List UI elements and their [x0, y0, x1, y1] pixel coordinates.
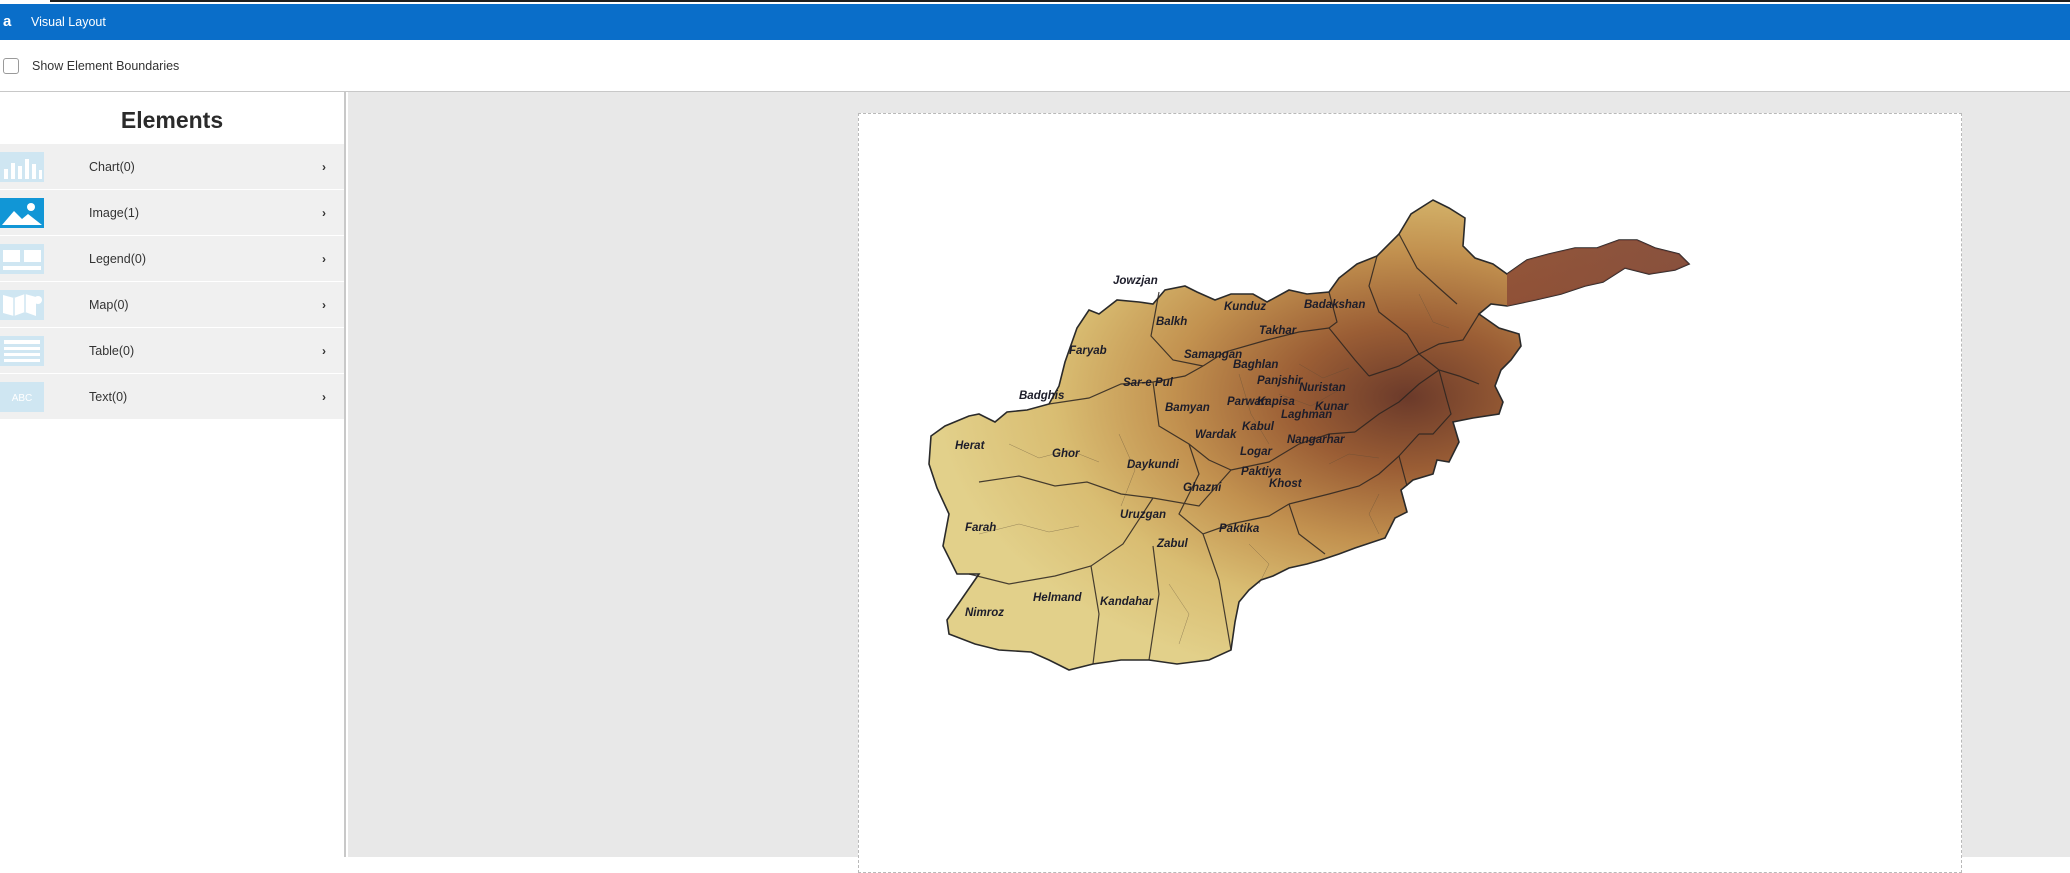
toolbar: Show Element Boundaries: [0, 40, 2070, 92]
elements-panel: Elements Chart(0) › Image(1) › Legend(0)…: [0, 92, 346, 857]
chart-icon: [0, 151, 44, 182]
province-label: Takhar: [1259, 325, 1297, 337]
province-label: Sar-e Pul: [1123, 377, 1174, 389]
element-item-image[interactable]: Image(1) ›: [0, 190, 344, 236]
province-label: Paktika: [1219, 523, 1260, 535]
title-bar: a Visual Layout: [0, 4, 2070, 40]
province-label: Paktiya: [1241, 466, 1282, 478]
window-title: Visual Layout: [31, 15, 106, 29]
chevron-right-icon: ›: [322, 297, 326, 312]
app-logo-icon: a: [3, 13, 12, 30]
province-label: Zabul: [1156, 538, 1188, 550]
province-label: Logar: [1240, 446, 1272, 458]
province-label: Badakshan: [1304, 299, 1365, 311]
top-border-line: [0, 0, 2070, 2]
province-label: Farah: [965, 522, 996, 534]
province-label: Balkh: [1156, 316, 1187, 328]
province-label: Badghis: [1019, 390, 1064, 402]
element-item-map-label: Map(0): [89, 297, 129, 312]
province-label: Nuristan: [1299, 382, 1346, 394]
province-label: Helmand: [1033, 592, 1083, 604]
top-tab-marker: [0, 0, 50, 2]
province-label: Bamyan: [1165, 402, 1210, 414]
map-icon: [0, 289, 44, 320]
province-label: Daykundi: [1127, 459, 1180, 471]
element-item-legend[interactable]: Legend(0) ›: [0, 236, 344, 282]
province-label: Ghor: [1052, 448, 1080, 460]
chevron-right-icon: ›: [322, 205, 326, 220]
province-label: Herat: [955, 440, 986, 452]
province-label: Kapisa: [1257, 396, 1295, 408]
element-item-chart-label: Chart(0): [89, 159, 135, 174]
chevron-right-icon: ›: [322, 389, 326, 404]
province-label: Panjshir: [1257, 375, 1303, 387]
province-label: Laghman: [1281, 409, 1332, 421]
chevron-right-icon: ›: [322, 159, 326, 174]
layout-canvas[interactable]: Jowzjan Balkh Kunduz Badakshan Takhar Faryab S…: [348, 92, 2070, 873]
table-icon: [0, 335, 44, 366]
province-label: Wardak: [1195, 429, 1237, 441]
province-label: Uruzgan: [1120, 509, 1166, 521]
element-item-map[interactable]: Map(0) ›: [0, 282, 344, 328]
element-item-image-label: Image(1): [89, 205, 140, 220]
wakhan-corridor: [1507, 240, 1689, 306]
text-icon-glyph: ABC: [12, 393, 33, 404]
element-item-text-label: Text(0): [89, 389, 128, 404]
show-boundaries-checkbox[interactable]: [3, 57, 19, 74]
province-label: Jowzjan: [1113, 275, 1158, 287]
afghanistan-map-image[interactable]: Jowzjan Balkh Kunduz Badakshan Takhar Faryab S…: [859, 114, 1963, 854]
element-item-table-label: Table(0): [89, 343, 135, 358]
element-item-chart[interactable]: Chart(0) ›: [0, 144, 344, 190]
chevron-right-icon: ›: [322, 251, 326, 266]
image-icon: [0, 197, 44, 228]
elements-title: Elements: [120, 107, 224, 133]
province-label: Nimroz: [965, 607, 1004, 619]
text-icon: ABC: [0, 381, 44, 412]
province-label: Kabul: [1242, 421, 1275, 433]
province-label: Khost: [1269, 478, 1303, 490]
element-item-text[interactable]: ABC Text(0) ›: [0, 374, 344, 420]
legend-icon: [0, 243, 44, 274]
element-item-table[interactable]: Table(0) ›: [0, 328, 344, 374]
province-label: Faryab: [1069, 345, 1107, 357]
province-label: Baghlan: [1233, 359, 1278, 371]
province-label: Nangarhar: [1287, 434, 1345, 446]
province-label: Kandahar: [1100, 596, 1154, 608]
province-label: Ghazni: [1183, 482, 1222, 494]
chevron-right-icon: ›: [322, 343, 326, 358]
element-item-legend-label: Legend(0): [89, 251, 146, 266]
province-label: Kunduz: [1224, 301, 1266, 313]
show-boundaries-label[interactable]: Show Element Boundaries: [32, 59, 179, 73]
layout-page[interactable]: Jowzjan Balkh Kunduz Badakshan Takhar Faryab S…: [858, 113, 1962, 873]
